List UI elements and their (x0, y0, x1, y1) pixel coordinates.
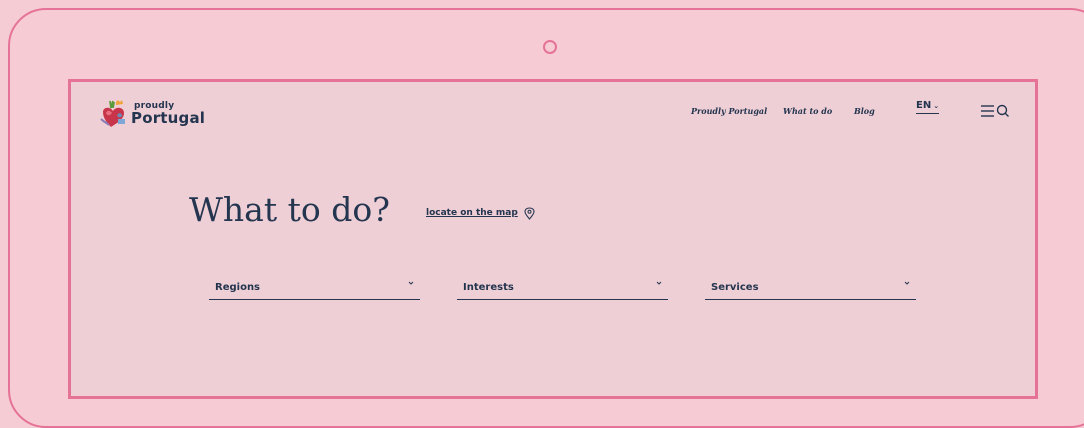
locate-on-map-link[interactable]: locate on the map (426, 208, 518, 218)
heart-logo-icon (100, 100, 125, 127)
chevron-down-icon (656, 281, 662, 285)
nav-blog[interactable]: Blog (854, 106, 875, 116)
regions-dropdown[interactable]: Regions (209, 274, 420, 300)
page-title: What to do? (189, 190, 390, 229)
logo-portugal: Portugal (131, 109, 206, 127)
chevron-down-icon: ⌄ (933, 102, 940, 110)
interests-label: Interests (463, 282, 514, 293)
language-label: EN (916, 100, 932, 111)
search-icon (996, 104, 1009, 117)
language-selector[interactable]: EN ⌄ (916, 100, 940, 114)
chevron-down-icon (904, 281, 910, 285)
nav-what-to-do[interactable]: What to do (783, 106, 832, 116)
camera-icon (543, 40, 557, 54)
hamburger-icon (981, 105, 994, 117)
site-screen: proudly Portugal Proudly Portugal What t… (68, 79, 1038, 399)
map-pin-icon[interactable] (524, 207, 535, 220)
interests-dropdown[interactable]: Interests (457, 274, 668, 300)
services-label: Services (711, 282, 759, 293)
brand-logo[interactable]: proudly Portugal (97, 97, 207, 131)
regions-label: Regions (215, 282, 261, 293)
menu-search-button[interactable] (981, 103, 1011, 119)
nav-proudly-portugal[interactable]: Proudly Portugal (691, 106, 767, 116)
services-dropdown[interactable]: Services (705, 274, 916, 300)
chevron-down-icon (408, 281, 414, 285)
